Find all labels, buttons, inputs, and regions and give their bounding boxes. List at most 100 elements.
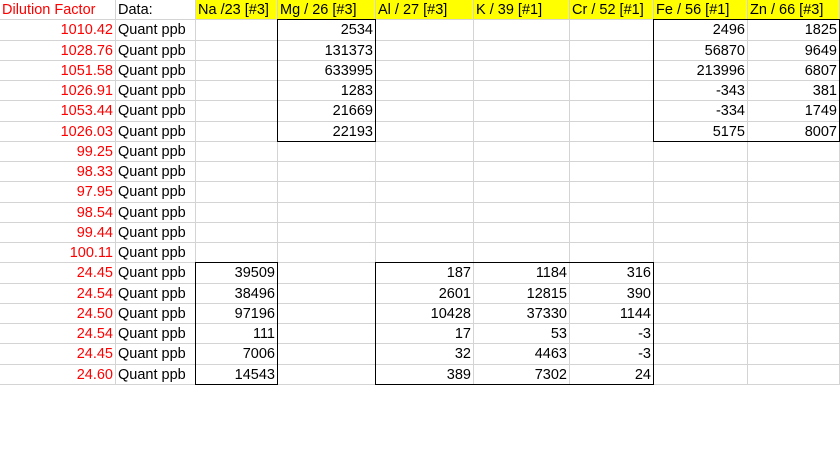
value-cell[interactable] — [748, 222, 840, 243]
value-cell[interactable] — [278, 283, 376, 304]
value-cell[interactable] — [376, 121, 474, 142]
value-cell[interactable] — [570, 101, 654, 122]
data-type-cell[interactable]: Quant ppb — [116, 303, 196, 324]
value-cell[interactable]: 53 — [474, 324, 570, 345]
value-cell[interactable] — [196, 243, 278, 264]
dilution-factor-cell[interactable]: 99.44 — [0, 222, 116, 243]
header-column[interactable]: Na /23 [#3] — [196, 0, 278, 21]
value-cell[interactable]: 10428 — [376, 303, 474, 324]
data-type-cell[interactable]: Quant ppb — [116, 20, 196, 41]
dilution-factor-cell[interactable]: 1026.03 — [0, 121, 116, 142]
value-cell[interactable]: 17 — [376, 324, 474, 345]
value-cell[interactable] — [474, 60, 570, 81]
dilution-factor-cell[interactable]: 1026.91 — [0, 81, 116, 102]
value-cell[interactable]: 111 — [196, 324, 278, 345]
value-cell[interactable]: 14543 — [196, 364, 278, 385]
value-cell[interactable]: 7302 — [474, 364, 570, 385]
value-cell[interactable]: 1144 — [570, 303, 654, 324]
value-cell[interactable] — [570, 222, 654, 243]
value-cell[interactable]: 4463 — [474, 344, 570, 365]
value-cell[interactable]: 21669 — [278, 101, 376, 122]
value-cell[interactable]: -3 — [570, 324, 654, 345]
value-cell[interactable] — [654, 182, 748, 203]
value-cell[interactable]: 1283 — [278, 81, 376, 102]
value-cell[interactable] — [474, 40, 570, 61]
dilution-factor-cell[interactable]: 24.45 — [0, 263, 116, 284]
data-type-cell[interactable]: Quant ppb — [116, 60, 196, 81]
value-cell[interactable]: 97196 — [196, 303, 278, 324]
value-cell[interactable] — [748, 364, 840, 385]
data-type-cell[interactable]: Quant ppb — [116, 40, 196, 61]
dilution-factor-cell[interactable]: 1028.76 — [0, 40, 116, 61]
value-cell[interactable] — [196, 222, 278, 243]
data-type-cell[interactable]: Quant ppb — [116, 101, 196, 122]
dilution-factor-cell[interactable]: 97.95 — [0, 182, 116, 203]
dilution-factor-cell[interactable]: 24.45 — [0, 344, 116, 365]
value-cell[interactable]: 24 — [570, 364, 654, 385]
value-cell[interactable]: 1184 — [474, 263, 570, 284]
value-cell[interactable] — [196, 162, 278, 183]
value-cell[interactable] — [748, 141, 840, 162]
value-cell[interactable] — [376, 182, 474, 203]
value-cell[interactable]: 2534 — [278, 20, 376, 41]
value-cell[interactable] — [748, 324, 840, 345]
value-cell[interactable] — [474, 81, 570, 102]
value-cell[interactable] — [196, 40, 278, 61]
data-type-cell[interactable]: Quant ppb — [116, 182, 196, 203]
value-cell[interactable]: 9649 — [748, 40, 840, 61]
value-cell[interactable] — [196, 20, 278, 41]
value-cell[interactable] — [376, 60, 474, 81]
value-cell[interactable] — [474, 243, 570, 264]
header-column[interactable]: Zn / 66 [#3] — [748, 0, 840, 21]
value-cell[interactable] — [570, 141, 654, 162]
data-type-cell[interactable]: Quant ppb — [116, 162, 196, 183]
value-cell[interactable]: 131373 — [278, 40, 376, 61]
value-cell[interactable] — [376, 101, 474, 122]
dilution-factor-cell[interactable]: 98.54 — [0, 202, 116, 223]
value-cell[interactable]: 316 — [570, 263, 654, 284]
value-cell[interactable] — [748, 162, 840, 183]
value-cell[interactable] — [376, 162, 474, 183]
value-cell[interactable] — [748, 263, 840, 284]
value-cell[interactable] — [748, 182, 840, 203]
value-cell[interactable]: 1749 — [748, 101, 840, 122]
data-type-cell[interactable]: Quant ppb — [116, 263, 196, 284]
dilution-factor-cell[interactable]: 1010.42 — [0, 20, 116, 41]
value-cell[interactable]: 8007 — [748, 121, 840, 142]
value-cell[interactable] — [570, 60, 654, 81]
value-cell[interactable] — [474, 182, 570, 203]
value-cell[interactable]: 390 — [570, 283, 654, 304]
value-cell[interactable] — [570, 121, 654, 142]
value-cell[interactable] — [654, 222, 748, 243]
value-cell[interactable] — [570, 243, 654, 264]
value-cell[interactable] — [570, 20, 654, 41]
value-cell[interactable] — [278, 344, 376, 365]
dilution-factor-cell[interactable]: 24.50 — [0, 303, 116, 324]
dilution-factor-cell[interactable]: 24.54 — [0, 324, 116, 345]
value-cell[interactable] — [474, 101, 570, 122]
value-cell[interactable] — [196, 81, 278, 102]
value-cell[interactable]: -334 — [654, 101, 748, 122]
dilution-factor-cell[interactable]: 98.33 — [0, 162, 116, 183]
value-cell[interactable]: 7006 — [196, 344, 278, 365]
value-cell[interactable] — [278, 364, 376, 385]
header-column[interactable]: Cr / 52 [#1] — [570, 0, 654, 21]
value-cell[interactable] — [748, 243, 840, 264]
data-type-cell[interactable]: Quant ppb — [116, 121, 196, 142]
value-cell[interactable] — [376, 222, 474, 243]
value-cell[interactable] — [654, 162, 748, 183]
dilution-factor-cell[interactable]: 1053.44 — [0, 101, 116, 122]
header-column[interactable]: Mg / 26 [#3] — [278, 0, 376, 21]
value-cell[interactable] — [196, 121, 278, 142]
dilution-factor-cell[interactable]: 24.54 — [0, 283, 116, 304]
value-cell[interactable]: 213996 — [654, 60, 748, 81]
value-cell[interactable] — [376, 20, 474, 41]
value-cell[interactable] — [570, 202, 654, 223]
value-cell[interactable] — [278, 141, 376, 162]
value-cell[interactable] — [196, 60, 278, 81]
value-cell[interactable] — [474, 222, 570, 243]
value-cell[interactable]: 12815 — [474, 283, 570, 304]
value-cell[interactable] — [570, 40, 654, 61]
value-cell[interactable]: 2496 — [654, 20, 748, 41]
value-cell[interactable]: 381 — [748, 81, 840, 102]
